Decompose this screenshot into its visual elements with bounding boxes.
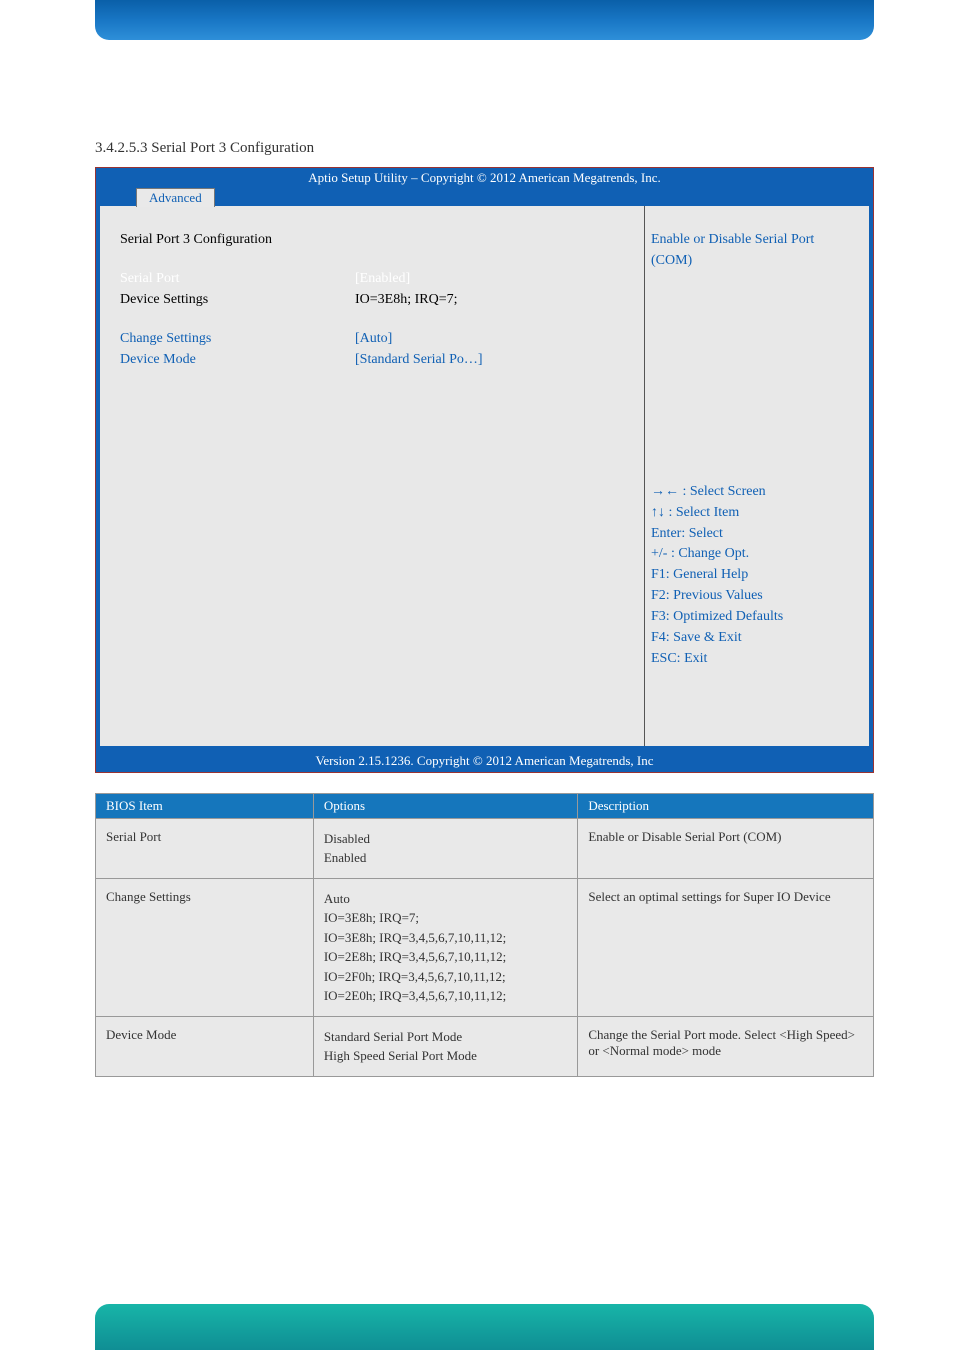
th-options: Options [313,793,578,818]
nav-f2: F2: Previous Values [651,587,861,606]
cell-description: Change the Serial Port mode. Select <Hig… [578,1016,874,1076]
cell-item: Device Mode [96,1016,314,1076]
config-title: Serial Port 3 Configuration [120,231,355,250]
cell-options: AutoIO=3E8h; IRQ=7;IO=3E8h; IRQ=3,4,5,6,… [313,878,578,1016]
cell-description: Enable or Disable Serial Port (COM) [578,818,874,878]
nav-select-item: ↑↓ : Select Item [651,504,861,523]
help-text-2: (COM) [651,252,861,271]
tab-advanced[interactable]: Advanced [136,188,215,207]
bios-footer: Version 2.15.1236. Copyright © 2012 Amer… [96,750,873,772]
th-description: Description [578,793,874,818]
cell-item: Change Settings [96,878,314,1016]
table-row: Device ModeStandard Serial Port ModeHigh… [96,1016,874,1076]
nav-change-opt: +/- : Change Opt. [651,545,861,564]
page-number-bottom: 54 [888,1324,904,1342]
nav-esc: ESC: Exit [651,650,861,669]
page-number-top: 54 [50,8,66,26]
device-settings-value: IO=3E8h; IRQ=7; [355,291,634,310]
bios-header: Aptio Setup Utility – Copyright © 2012 A… [96,168,873,188]
nav-select-screen: →← : Select Screen [651,483,861,502]
serial-port-label[interactable]: Serial Port [120,270,355,289]
nav-f1: F1: General Help [651,566,861,585]
device-mode-label[interactable]: Device Mode [120,351,355,370]
bios-window: Aptio Setup Utility – Copyright © 2012 A… [95,167,874,773]
table-row: Serial PortDisabledEnabledEnable or Disa… [96,818,874,878]
nav-enter: Enter: Select [651,525,861,544]
nav-f3: F3: Optimized Defaults [651,608,861,627]
serial-port-value: [Enabled] [355,270,634,289]
cell-options: DisabledEnabled [313,818,578,878]
section-title: 3.4.2.5.3 Serial Port 3 Configuration [95,140,874,157]
help-text-1: Enable or Disable Serial Port [651,231,861,250]
device-mode-value: [Standard Serial Po…] [355,351,634,370]
config-table: BIOS Item Options Description Serial Por… [95,793,874,1077]
change-settings-value: [Auto] [355,330,634,349]
cell-item: Serial Port [96,818,314,878]
table-row: Change SettingsAutoIO=3E8h; IRQ=7;IO=3E8… [96,878,874,1016]
th-bios-item: BIOS Item [96,793,314,818]
nav-f4: F4: Save & Exit [651,629,861,648]
cell-description: Select an optimal settings for Super IO … [578,878,874,1016]
change-settings-label[interactable]: Change Settings [120,330,355,349]
device-settings-label: Device Settings [120,291,355,310]
cell-options: Standard Serial Port ModeHigh Speed Seri… [313,1016,578,1076]
